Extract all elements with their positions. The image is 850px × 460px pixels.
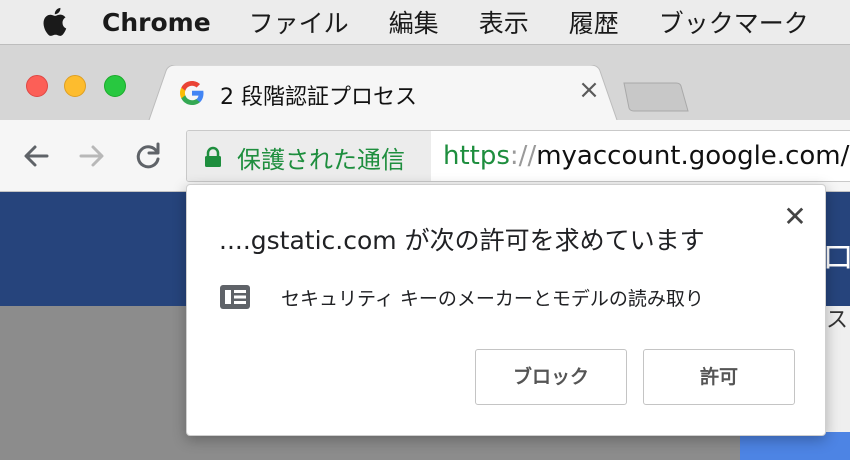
menu-view[interactable]: 表示 bbox=[479, 4, 529, 40]
permission-dialog: ✕ ....gstatic.com が次の許可を求めています セキュリティ キー… bbox=[186, 184, 826, 436]
menu-chrome[interactable]: Chrome bbox=[102, 8, 211, 37]
menu-history[interactable]: 履歴 bbox=[569, 4, 619, 40]
lock-icon bbox=[205, 146, 221, 167]
menu-bar: Chrome ファイル 編集 表示 履歴 ブックマーク bbox=[0, 0, 850, 44]
tab-active[interactable]: 2 段階認証プロセス × bbox=[148, 65, 618, 123]
url-scheme: https bbox=[443, 141, 510, 171]
dialog-title: ....gstatic.com が次の許可を求めています bbox=[219, 226, 705, 255]
tab-title: 2 段階認証プロセス bbox=[220, 85, 417, 110]
menu-bookmarks[interactable]: ブックマーク bbox=[659, 4, 809, 40]
page-side-text: ス bbox=[826, 308, 849, 333]
window-minimize-button[interactable] bbox=[64, 75, 86, 97]
page-header-text: ロ bbox=[822, 238, 850, 276]
menu-file[interactable]: ファイル bbox=[249, 4, 349, 40]
close-icon[interactable]: ✕ bbox=[781, 203, 809, 231]
back-arrow-icon[interactable] bbox=[20, 140, 52, 172]
url-host: myaccount.google.com/g bbox=[536, 141, 850, 171]
usb-key-icon bbox=[220, 285, 250, 309]
address-bar[interactable]: 保護された通信 https://myaccount.google.com/g bbox=[186, 130, 850, 182]
menu-edit[interactable]: 編集 bbox=[389, 4, 439, 40]
url-separator: :// bbox=[509, 141, 537, 171]
security-indicator[interactable]: 保護された通信 bbox=[187, 131, 431, 181]
forward-arrow-icon[interactable] bbox=[76, 140, 108, 172]
permission-description: セキュリティ キーのメーカーとモデルの読み取り bbox=[281, 287, 704, 310]
new-tab-button[interactable] bbox=[620, 81, 690, 115]
browser-toolbar: 保護された通信 https://myaccount.google.com/g bbox=[0, 120, 850, 192]
window-zoom-button[interactable] bbox=[104, 75, 126, 97]
google-g-icon bbox=[178, 79, 206, 107]
url-text: https://myaccount.google.com/g bbox=[443, 141, 850, 171]
tab-strip: 2 段階認証プロセス × bbox=[0, 44, 850, 123]
page-primary-button[interactable] bbox=[740, 432, 850, 460]
window-close-button[interactable] bbox=[26, 75, 48, 97]
secure-label: 保護された通信 bbox=[237, 145, 405, 174]
reload-icon[interactable] bbox=[132, 140, 164, 172]
tab-close-icon[interactable]: × bbox=[574, 75, 604, 105]
block-button[interactable]: ブロック bbox=[475, 349, 627, 405]
allow-button[interactable]: 許可 bbox=[643, 349, 795, 405]
apple-icon[interactable] bbox=[40, 7, 68, 37]
permission-row: セキュリティ キーのメーカーとモデルの読み取り bbox=[219, 281, 704, 313]
